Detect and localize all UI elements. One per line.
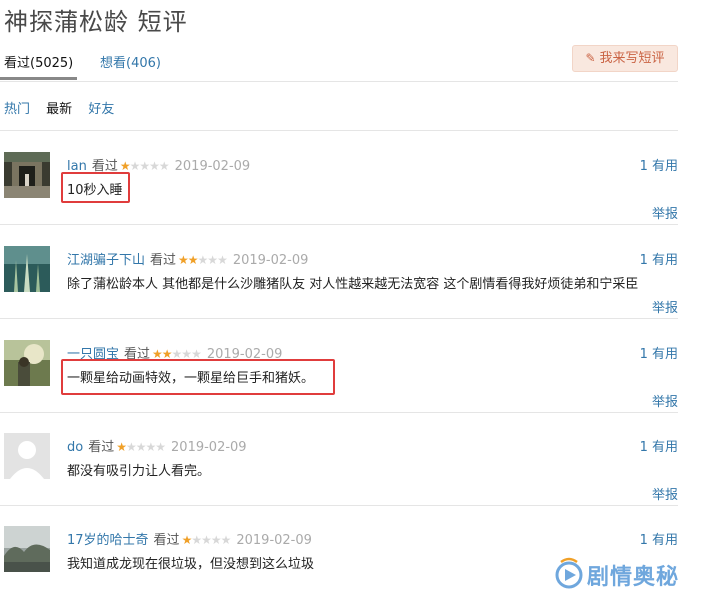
watermark-text: 剧情奥秘 bbox=[587, 565, 680, 590]
useful-vote[interactable]: 1 有用 bbox=[640, 343, 678, 362]
useful-vote[interactable]: 1 有用 bbox=[640, 155, 678, 174]
rating-stars: ★★★★★ bbox=[178, 253, 228, 267]
comment-content: 都没有吸引力让人看完。 bbox=[67, 464, 211, 479]
comment-status: 看过 bbox=[88, 440, 115, 455]
comment-user[interactable]: 江湖骗子下山 bbox=[67, 253, 145, 268]
highlight-box bbox=[61, 359, 335, 395]
rating-stars: ★★★★★ bbox=[116, 440, 166, 454]
tab-watched[interactable]: 看过(5025) bbox=[0, 52, 78, 80]
comment-meta: do 看过 ★★★★★ 2019-02-09 bbox=[67, 436, 247, 455]
pencil-icon: ✎ bbox=[585, 51, 596, 65]
comment-date: 2019-02-09 bbox=[174, 159, 251, 174]
avatar[interactable] bbox=[4, 433, 50, 479]
comment-date: 2019-02-09 bbox=[171, 440, 247, 455]
rating-stars: ★★★★★ bbox=[119, 159, 170, 173]
comment-user[interactable]: 17岁的哈士奇 bbox=[67, 533, 149, 548]
report-link[interactable]: 举报 bbox=[652, 484, 678, 503]
useful-vote[interactable]: 1 有用 bbox=[640, 249, 678, 268]
filter-friends[interactable]: 好友 bbox=[88, 102, 114, 117]
tab-want-to-watch[interactable]: 想看(406) bbox=[100, 52, 161, 71]
comment-meta: 江湖骗子下山 看过 ★★★★★ 2019-02-09 bbox=[67, 249, 308, 268]
comment-item: do 看过 ★★★★★ 2019-02-09 1 有用 都没有吸引力让人看完。 举报 bbox=[0, 412, 678, 506]
comment-date: 2019-02-09 bbox=[236, 533, 312, 548]
useful-vote[interactable]: 1 有用 bbox=[640, 436, 678, 455]
write-review-label: 我来写短评 bbox=[599, 51, 665, 66]
highlight-box bbox=[61, 172, 130, 203]
filter-latest[interactable]: 最新 bbox=[46, 102, 72, 117]
report-link[interactable]: 举报 bbox=[652, 203, 678, 222]
avatar[interactable] bbox=[4, 152, 50, 198]
comment-meta: 17岁的哈士奇 看过 ★★★★★ 2019-02-09 bbox=[67, 529, 312, 548]
write-review-button[interactable]: ✎ 我来写短评 bbox=[572, 45, 678, 72]
comment-content: 我知道成龙现在很垃圾，但没想到这么垃圾 bbox=[67, 557, 315, 572]
rating-stars: ★★★★★ bbox=[181, 533, 232, 547]
comment-content: 除了蒲松龄本人 其他都是什么沙雕猪队友 对人性越来越无法宽容 这个剧情看得我好烦… bbox=[67, 277, 639, 292]
report-link[interactable]: 举报 bbox=[652, 297, 678, 316]
avatar[interactable] bbox=[4, 340, 50, 386]
page-title: 神探蒲松龄 短评 bbox=[4, 8, 188, 36]
useful-vote[interactable]: 1 有用 bbox=[640, 529, 678, 548]
comment-status: 看过 bbox=[150, 253, 177, 268]
comment-item: 江湖骗子下山 看过 ★★★★★ 2019-02-09 1 有用 除了蒲松龄本人 其他都… bbox=[0, 225, 678, 319]
watermark-logo-icon bbox=[555, 557, 583, 589]
report-link[interactable]: 举报 bbox=[652, 391, 678, 410]
comment-status: 看过 bbox=[153, 533, 180, 548]
avatar[interactable] bbox=[4, 246, 50, 292]
comment-date: 2019-02-09 bbox=[232, 253, 309, 268]
filter-hot[interactable]: 热门 bbox=[4, 102, 30, 117]
sort-filters: 热门 最新 好友 bbox=[4, 98, 126, 117]
avatar[interactable] bbox=[4, 526, 50, 572]
comment-user[interactable]: do bbox=[67, 440, 83, 455]
